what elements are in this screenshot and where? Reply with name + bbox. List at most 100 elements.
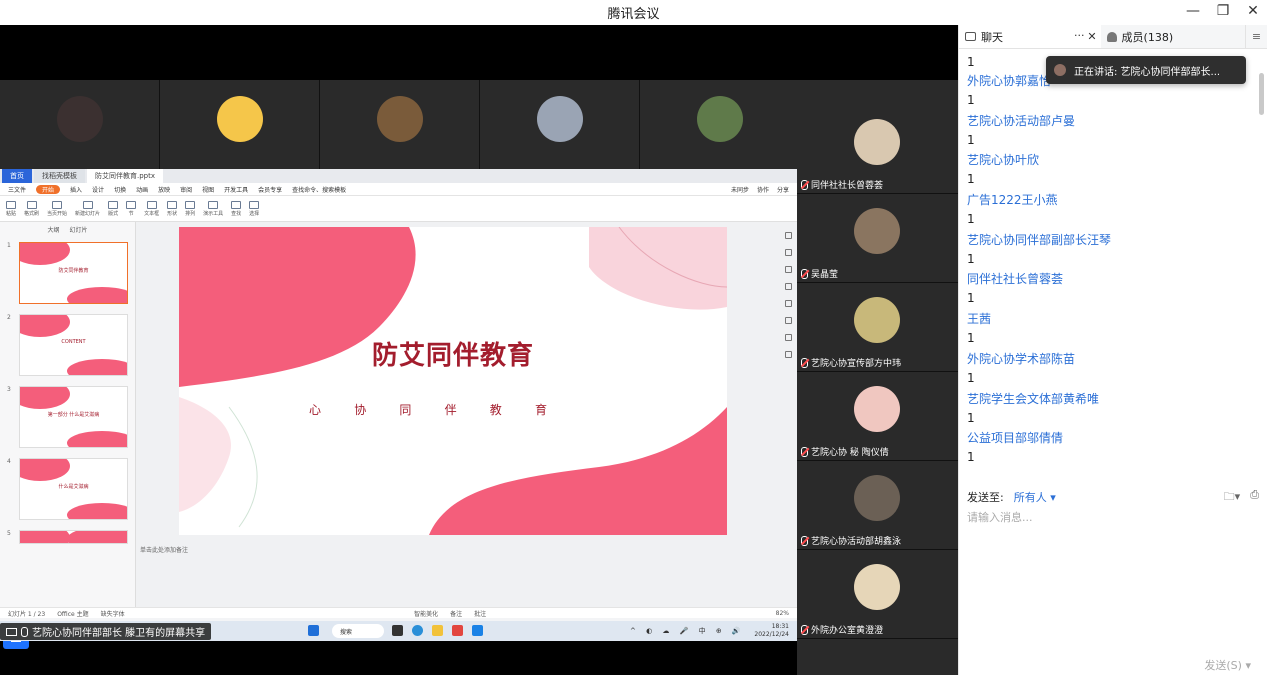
ribbon-button[interactable]: 选择 <box>249 200 259 217</box>
taskbar-search[interactable]: 搜索 <box>332 624 384 638</box>
ribbon-button[interactable]: 版式 <box>108 200 118 217</box>
tab-members[interactable]: 成员(138) <box>1101 25 1246 48</box>
video-tile[interactable]: 同伴社社长曾蓉荟 <box>797 80 958 194</box>
wps-menu-item[interactable]: 动画 <box>136 185 148 194</box>
ribbon-button[interactable]: 当页开始 <box>47 200 67 217</box>
tab-slides[interactable]: 幻灯片 <box>70 225 88 234</box>
slide-thumbnail[interactable]: 什么是艾滋病 <box>19 458 128 520</box>
video-tile[interactable]: 艺院心协 秘 陶仪倩 <box>797 372 958 461</box>
window-title: 腾讯会议 <box>607 7 660 22</box>
ime-indicator[interactable]: 中 <box>699 627 710 635</box>
notes-placeholder[interactable]: 单击此处添加备注 <box>140 545 188 554</box>
wps-workspace: 大纲 幻灯片 1 防艾同伴教育 2 CONTENT 3 第一部分 什么是艾滋病 4 什么是艾滋… <box>0 222 797 649</box>
edge-icon[interactable] <box>412 625 423 636</box>
chat-message: 艺院心协叶欣 1 <box>967 151 1259 191</box>
wps-menu-item[interactable]: 开发工具 <box>224 185 248 194</box>
close-chat-icon[interactable]: ✕ <box>1087 30 1096 43</box>
wps-menu-item[interactable]: 查找命令、搜索模板 <box>292 185 346 194</box>
wps-tab-document[interactable]: 防艾同伴教育.pptx <box>87 169 163 183</box>
panel-menu-icon[interactable]: ≡ <box>1245 25 1267 48</box>
video-tile[interactable]: 外院办公室黄澄澄 <box>797 550 958 639</box>
slide-thumbnail[interactable]: CONTENT <box>19 314 128 376</box>
folder-icon[interactable] <box>432 625 443 636</box>
ribbon-button[interactable]: 形状 <box>167 200 177 217</box>
more-icon[interactable]: ··· <box>1074 29 1085 42</box>
slide-thumbnail[interactable] <box>19 530 128 544</box>
wps-menu-item[interactable]: 切换 <box>114 185 126 194</box>
message-sender[interactable]: 艺院心协同伴部副部长汪琴 <box>967 231 1259 249</box>
ribbon-button[interactable]: 粘贴 <box>6 200 16 217</box>
screenshot-icon[interactable]: ⎙ <box>1250 488 1259 507</box>
send-button[interactable]: 发送(S) ▾ <box>1204 657 1251 673</box>
tab-outline[interactable]: 大纲 <box>47 225 59 234</box>
close-icon[interactable]: ✕ <box>1245 3 1261 19</box>
slide-canvas[interactable]: 防艾同伴教育 心 协 同 伴 教 育 <box>179 227 727 535</box>
ribbon-button[interactable]: 格式刷 <box>24 200 39 217</box>
message-sender[interactable]: 艺院学生会文体部黄希唯 <box>967 390 1259 408</box>
send-to-dropdown[interactable]: 所有人 ▾ <box>1014 489 1056 505</box>
ribbon-button[interactable]: 演示工具 <box>203 200 223 217</box>
slide-thumbnail[interactable]: 防艾同伴教育 <box>19 242 128 304</box>
wps-menu-item[interactable]: 三文件 <box>8 185 26 194</box>
video-tile[interactable]: 艺院心协活动部胡鑫泳 <box>797 461 958 550</box>
message-sender[interactable]: 外院心协学术部陈苗 <box>967 350 1259 368</box>
wps-menu-item[interactable]: 插入 <box>70 185 82 194</box>
taskview-icon[interactable] <box>392 625 403 636</box>
video-tile[interactable]: 艺院心协宣传部方中玮 <box>797 283 958 372</box>
speaking-toast: 正在讲话: 艺院心协同伴部部长... <box>1046 56 1246 84</box>
tool-icon[interactable] <box>784 317 792 324</box>
ribbon-button[interactable]: 新建幻灯片 <box>75 200 100 217</box>
ribbon-button[interactable]: 节 <box>126 200 137 217</box>
thumb-number: 3 <box>7 386 11 393</box>
notes-button[interactable]: 备注 <box>450 609 462 618</box>
slide-thumbnail[interactable]: 第一部分 什么是艾滋病 <box>19 386 128 448</box>
comment-button[interactable]: 批注 <box>474 609 486 618</box>
message-sender[interactable]: 公益项目部邬倩倩 <box>967 429 1259 447</box>
start-icon[interactable] <box>308 625 319 636</box>
wps-tab-home[interactable]: 首页 <box>2 169 32 183</box>
zoom-level[interactable]: 82% <box>776 610 789 617</box>
wps-menu-right-item[interactable]: 协作 <box>757 185 769 194</box>
message-sender[interactable]: 艺院心协叶欣 <box>967 151 1259 169</box>
wps-menu-item[interactable]: 审阅 <box>180 185 192 194</box>
tool-icon[interactable] <box>784 232 792 239</box>
wps-menu-right-item[interactable]: 未同步 <box>731 185 749 194</box>
tool-icon[interactable] <box>784 266 792 273</box>
meeting-icon[interactable] <box>472 625 483 636</box>
tool-icon[interactable] <box>784 300 792 307</box>
wps-menu-item[interactable]: 会员专享 <box>258 185 282 194</box>
folder-icon[interactable]: 🗀▾ <box>1224 488 1241 507</box>
shared-screen[interactable]: 首页 找稻壳模板 防艾同伴教育.pptx 三文件 开始 插入 设计 切换 动画 放映 审阅 视图… <box>0 169 797 649</box>
wps-tab-template[interactable]: 找稻壳模板 <box>34 169 85 183</box>
chat-message: 同伴社社长曾蓉荟 1 <box>967 270 1259 310</box>
ribbon-button[interactable]: 查找 <box>231 200 241 217</box>
wps-menu-item[interactable]: 视图 <box>202 185 214 194</box>
wps-menu-right-item[interactable]: 分享 <box>777 185 789 194</box>
tool-icon[interactable] <box>784 334 792 341</box>
tool-icon[interactable] <box>784 351 792 358</box>
chat-scrollbar[interactable] <box>1259 73 1264 115</box>
tool-icon[interactable] <box>784 249 792 256</box>
wps-icon[interactable] <box>452 625 463 636</box>
message-sender[interactable]: 同伴社社长曾蓉荟 <box>967 270 1259 288</box>
chat-message: 艺院心协同伴部副部长汪琴 1 <box>967 231 1259 271</box>
message-input[interactable]: 请输入消息... <box>967 509 1259 533</box>
message-sender[interactable]: 艺院心协活动部卢曼 <box>967 112 1259 130</box>
ribbon-icon <box>82 200 93 209</box>
wps-menu-item[interactable]: 设计 <box>92 185 104 194</box>
message-sender[interactable]: 广告1222王小燕 <box>967 191 1259 209</box>
avatar <box>537 96 583 142</box>
beautify-button[interactable]: 智能美化 <box>414 609 438 618</box>
video-tile[interactable]: 吴晶莹 <box>797 194 958 283</box>
missing-font[interactable]: 缺失字体 <box>101 609 125 618</box>
tool-icon[interactable] <box>784 283 792 290</box>
restore-icon[interactable]: ❐ <box>1215 3 1231 19</box>
wps-menu-item[interactable]: 放映 <box>158 185 170 194</box>
tab-chat[interactable]: 聊天 ··· ✕ <box>959 25 1101 48</box>
message-sender[interactable]: 王茜 <box>967 310 1259 328</box>
ribbon-button[interactable]: 排列 <box>185 200 195 217</box>
wps-menu-item[interactable]: 开始 <box>36 184 61 194</box>
ribbon-button[interactable]: 文本框 <box>144 200 159 217</box>
thumb-number: 5 <box>7 530 11 537</box>
minimize-icon[interactable]: — <box>1185 3 1201 19</box>
